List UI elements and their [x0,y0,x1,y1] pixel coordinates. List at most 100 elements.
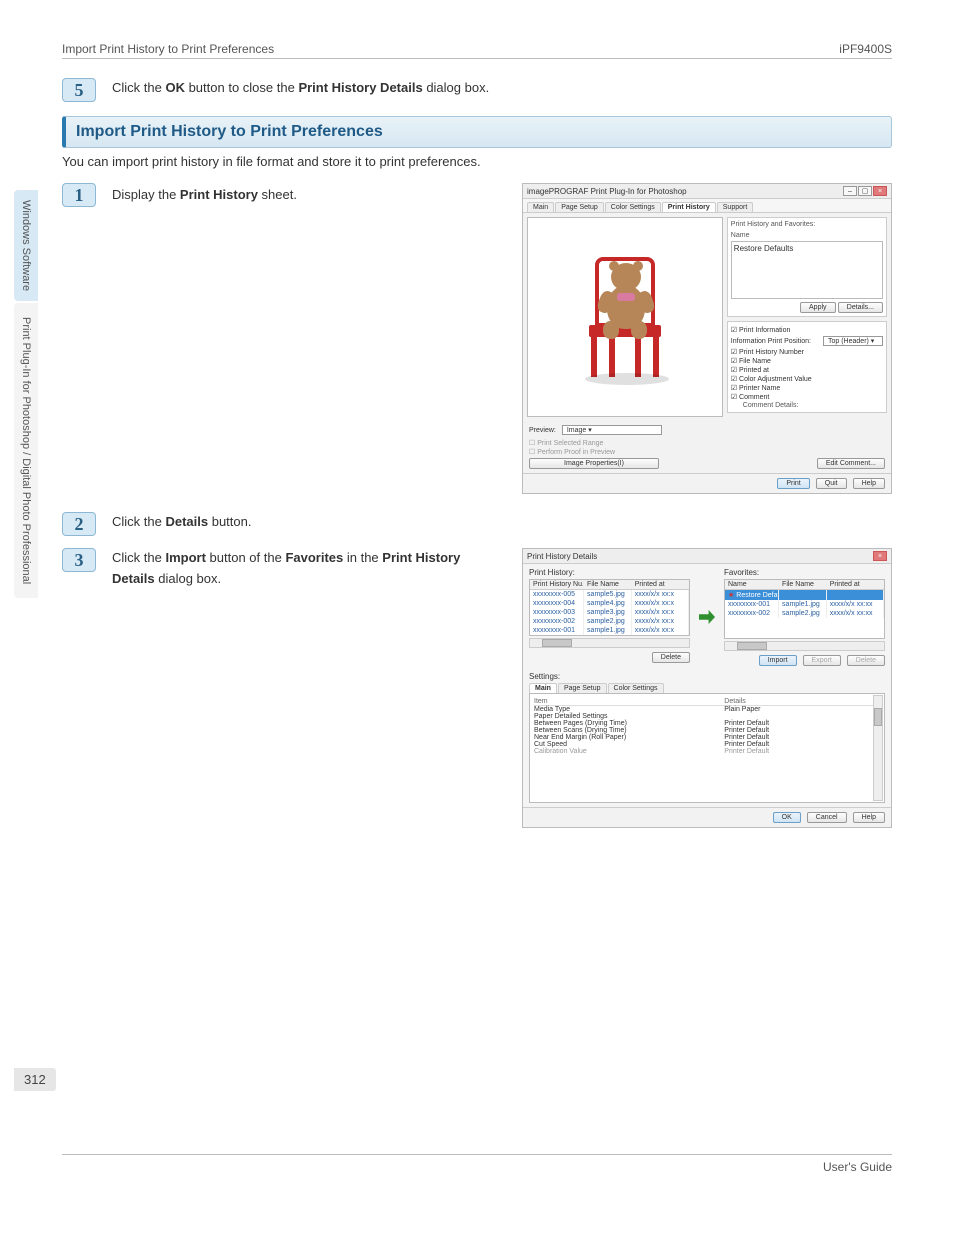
print-info-checkbox[interactable]: ☑ Print Information [731,326,883,334]
col-printed[interactable]: Printed at [632,580,689,589]
step-3-text: Click the Import button of the Favorites… [112,548,492,590]
screenshot-print-history-details: Print History Details × Print History: P… [522,548,892,828]
win-titlebar-2: Print History Details × [523,549,891,564]
tab-color-settings[interactable]: Color Settings [605,202,661,212]
side-tab-windows-software[interactable]: Windows Software [14,190,38,301]
print-button[interactable]: Print [777,478,809,489]
quit-button[interactable]: Quit [816,478,847,489]
cell[interactable]: sample3.jpg [584,608,632,617]
side-tab-print-plugin[interactable]: Print Plug-In for Photoshop / Digital Ph… [14,303,38,598]
settings-tab-main[interactable]: Main [529,683,557,693]
cell[interactable]: xxxxxxxx-001 [530,626,584,635]
favorites-listbox[interactable]: Restore Defaults [731,241,883,299]
cell[interactable]: xxxxxxxx-002 [725,609,779,618]
col-name[interactable]: Name [725,580,779,589]
chk-printer-name[interactable]: ☑ Printer Name [731,384,883,392]
cell[interactable]: sample2.jpg [779,609,827,618]
settings-tab-page[interactable]: Page Setup [558,683,607,693]
settings-tab-color[interactable]: Color Settings [608,683,664,693]
cancel-button[interactable]: Cancel [807,812,847,823]
step-2-text: Click the Details button. [112,512,892,533]
scrollbar-h[interactable] [529,638,690,648]
tab-support[interactable]: Support [717,202,754,212]
cell[interactable]: xxxxxxxx-005 [530,590,584,599]
cell[interactable]: xxxx/x/x xx:x [632,599,689,608]
cell[interactable]: xxxx/x/x xx:x [632,608,689,617]
help-button-2[interactable]: Help [853,812,885,823]
chk-comment[interactable]: ☑ Comment [731,393,883,401]
t: File Name [739,358,771,365]
edit-comment-button[interactable]: Edit Comment... [817,458,885,469]
image-properties-button[interactable]: Image Properties(I) [529,458,659,469]
teddy-bear-image [565,237,685,397]
step-5-text: Click the OK button to close the Print H… [112,78,892,99]
help-button[interactable]: Help [853,478,885,489]
t: Print Selected Range [537,440,603,447]
ok-button[interactable]: OK [773,812,801,823]
chk-hist-number[interactable]: ☑ Print History Number [731,348,883,356]
step-1-text: Display the Print History sheet. [112,183,516,206]
t: Click the [112,80,165,95]
delete-button-left[interactable]: Delete [652,652,690,663]
cell[interactable]: sample1.jpg [584,626,632,635]
cell[interactable]: xxxx/x/x xx:x [632,590,689,599]
name-label: Name [731,232,883,239]
scrollbar-v[interactable] [873,695,883,801]
close-icon[interactable]: × [873,551,887,561]
col-file[interactable]: File Name [584,580,632,589]
section-title: Import Print History to Print Preference… [62,116,892,148]
step-3: 3 Click the Import button of the Favorit… [62,548,892,828]
favorites-grid[interactable]: Name File Name Printed at ★Restore Defau… [724,579,885,639]
t: Printed at [739,367,769,374]
cell[interactable]: Restore Defaults [736,592,779,599]
details-button[interactable]: Details... [838,302,883,313]
history-favorites-box: Print History and Favorites: Name Restor… [727,217,887,317]
cell[interactable]: xxxx/x/x xx:xx [827,609,884,618]
cell[interactable] [827,590,884,600]
chk-printed-at[interactable]: ☑ Printed at [731,366,883,374]
close-icon[interactable]: × [873,186,887,196]
chk-perform-proof: ☐ Perform Proof in Preview [529,448,659,456]
list-item[interactable]: Restore Defaults [734,244,880,253]
minimize-icon[interactable]: – [843,186,857,196]
cell[interactable]: xxxx/x/x xx:xx [827,600,884,609]
cell[interactable]: sample1.jpg [779,600,827,609]
apply-button[interactable]: Apply [800,302,836,313]
col-printed[interactable]: Printed at [827,580,884,589]
cell: Printer Default [724,748,880,755]
win-title: imagePROGRAF Print Plug-In for Photoshop [527,187,687,196]
import-button[interactable]: Import [759,655,797,666]
scrollbar-h-2[interactable] [724,641,885,651]
col-file[interactable]: File Name [779,580,827,589]
print-history-grid[interactable]: Print History Nu... File Name Printed at… [529,579,690,636]
cell[interactable]: xxxx/x/x xx:x [632,626,689,635]
step-badge-3: 3 [62,548,96,572]
cell: Plain Paper [724,706,880,713]
cell[interactable]: xxxxxxxx-003 [530,608,584,617]
t: dialog box. [155,571,222,586]
chk-file-name[interactable]: ☑ File Name [731,357,883,365]
cell[interactable]: sample2.jpg [584,617,632,626]
cell[interactable]: sample4.jpg [584,599,632,608]
tab-print-history[interactable]: Print History [662,202,716,212]
cell: Paper Detailed Settings [534,713,724,720]
settings-panel: ItemDetails Media TypePlain Paper Paper … [529,693,885,803]
page-number: 312 [14,1068,56,1091]
tab-main[interactable]: Main [527,202,554,212]
chk-color-adj[interactable]: ☑ Color Adjustment Value [731,375,883,383]
header-left: Import Print History to Print Preference… [62,42,274,56]
cell[interactable] [779,590,827,600]
step-badge-2: 2 [62,512,96,536]
maximize-icon[interactable]: ▢ [858,186,872,196]
col-number[interactable]: Print History Nu... [530,580,584,589]
tab-page-setup[interactable]: Page Setup [555,202,604,212]
preview-select[interactable]: Image ▾ [562,425,662,435]
cell[interactable]: xxxx/x/x xx:x [632,617,689,626]
cell[interactable]: xxxxxxxx-001 [725,600,779,609]
cell[interactable]: xxxxxxxx-004 [530,599,584,608]
cell: Cut Speed [534,741,724,748]
cell[interactable]: xxxxxxxx-002 [530,617,584,626]
cell[interactable]: sample5.jpg [584,590,632,599]
info-pos-select[interactable]: Top (Header) ▾ [823,336,883,346]
col-item: Item [534,698,724,705]
